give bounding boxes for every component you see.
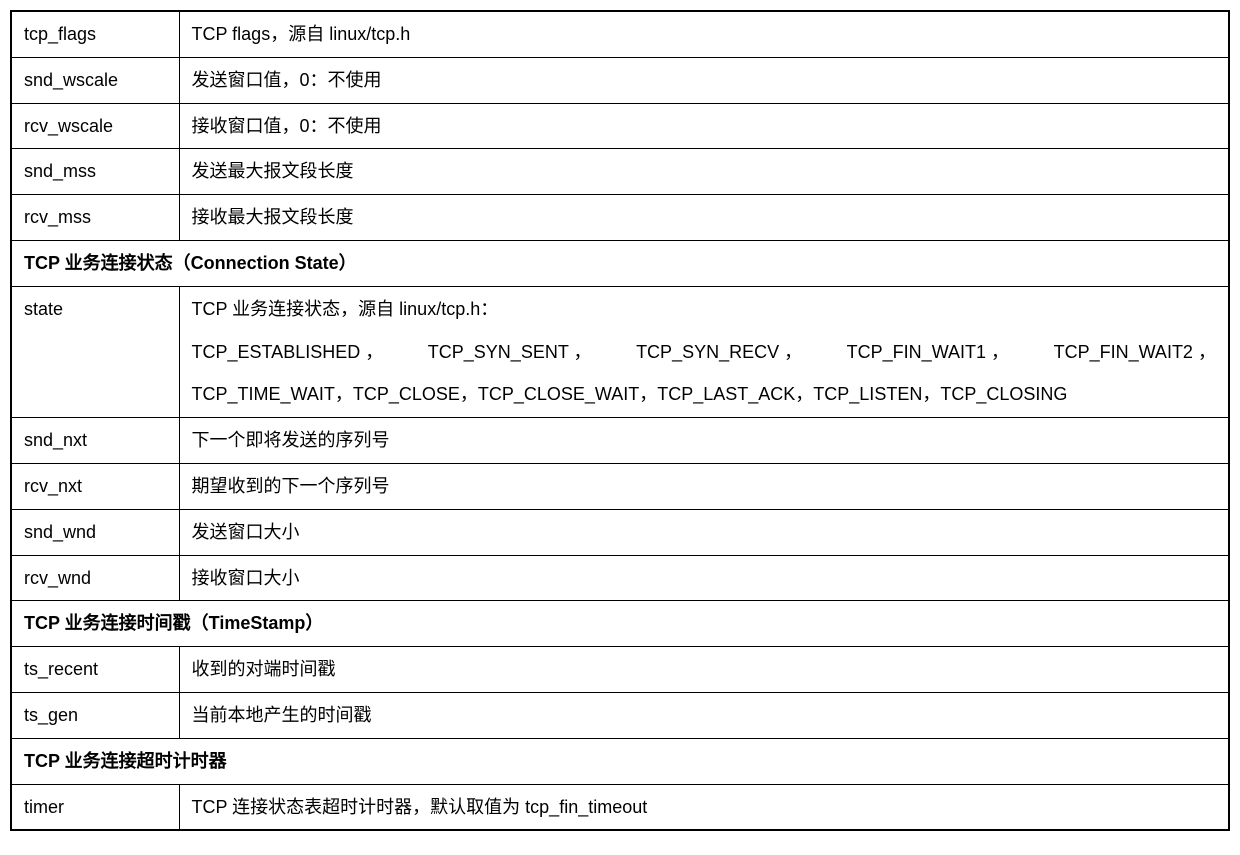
cell-key: snd_mss [11,149,179,195]
section-header: TCP 业务连接时间戳（TimeStamp） [11,601,1229,647]
cell-desc: 发送窗口大小 [179,509,1229,555]
cell-desc: 接收窗口值，0：不使用 [179,103,1229,149]
table-row: snd_nxt 下一个即将发送的序列号 [11,418,1229,464]
state-token: TCP_ESTABLISHED ， [192,338,384,367]
table-row: rcv_wnd 接收窗口大小 [11,555,1229,601]
state-token: TCP_SYN_SENT ， [428,338,592,367]
table-row: snd_mss 发送最大报文段长度 [11,149,1229,195]
cell-key: rcv_mss [11,195,179,241]
state-token: TCP_SYN_RECV ， [636,338,802,367]
state-desc-line2: TCP_ESTABLISHED ， TCP_SYN_SENT ， TCP_SYN… [192,338,1217,367]
state-desc-line3: TCP_TIME_WAIT，TCP_CLOSE，TCP_CLOSE_WAIT，T… [192,380,1217,409]
cell-desc: TCP 连接状态表超时计时器，默认取值为 tcp_fin_timeout [179,784,1229,830]
table-row: timer TCP 连接状态表超时计时器，默认取值为 tcp_fin_timeo… [11,784,1229,830]
cell-desc: 收到的对端时间戳 [179,647,1229,693]
table-row: ts_recent 收到的对端时间戳 [11,647,1229,693]
table-row: snd_wnd 发送窗口大小 [11,509,1229,555]
table-row: tcp_flags TCP flags，源自 linux/tcp.h [11,11,1229,57]
cell-desc: 接收窗口大小 [179,555,1229,601]
table-row: ts_gen 当前本地产生的时间戳 [11,692,1229,738]
cell-key: snd_nxt [11,418,179,464]
cell-key: ts_gen [11,692,179,738]
cell-desc: TCP flags，源自 linux/tcp.h [179,11,1229,57]
cell-key: snd_wnd [11,509,179,555]
cell-key: state [11,286,179,417]
section-header: TCP 业务连接超时计时器 [11,738,1229,784]
cell-key: rcv_wscale [11,103,179,149]
cell-desc: 期望收到的下一个序列号 [179,463,1229,509]
section-row: TCP 业务连接超时计时器 [11,738,1229,784]
cell-desc: 接收最大报文段长度 [179,195,1229,241]
cell-key: ts_recent [11,647,179,693]
cell-key: snd_wscale [11,57,179,103]
table-row: state TCP 业务连接状态，源自 linux/tcp.h： TCP_EST… [11,286,1229,417]
cell-key: rcv_nxt [11,463,179,509]
cell-desc: 发送最大报文段长度 [179,149,1229,195]
cell-desc: 当前本地产生的时间戳 [179,692,1229,738]
state-token: TCP_FIN_WAIT1 ， [847,338,1009,367]
cell-key: rcv_wnd [11,555,179,601]
cell-desc: 发送窗口值，0：不使用 [179,57,1229,103]
state-desc-line1: TCP 业务连接状态，源自 linux/tcp.h： [192,295,1217,324]
section-header: TCP 业务连接状态（Connection State） [11,240,1229,286]
cell-key: tcp_flags [11,11,179,57]
cell-desc: 下一个即将发送的序列号 [179,418,1229,464]
table-row: rcv_mss 接收最大报文段长度 [11,195,1229,241]
cell-key: timer [11,784,179,830]
section-row: TCP 业务连接状态（Connection State） [11,240,1229,286]
tcp-params-table: tcp_flags TCP flags，源自 linux/tcp.h snd_w… [10,10,1230,831]
state-token: TCP_FIN_WAIT2 ， [1054,338,1216,367]
section-row: TCP 业务连接时间戳（TimeStamp） [11,601,1229,647]
table-row: rcv_nxt 期望收到的下一个序列号 [11,463,1229,509]
table-row: snd_wscale 发送窗口值，0：不使用 [11,57,1229,103]
table-row: rcv_wscale 接收窗口值，0：不使用 [11,103,1229,149]
cell-desc: TCP 业务连接状态，源自 linux/tcp.h： TCP_ESTABLISH… [179,286,1229,417]
